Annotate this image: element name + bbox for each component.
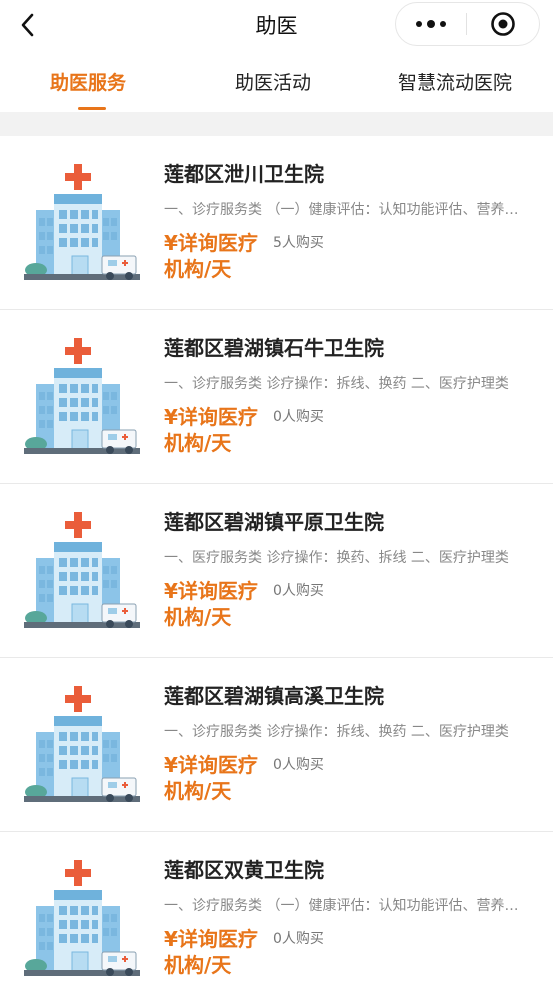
service-description: 一、诊疗服务类 （一）健康评估：认知功能评估、营养评估 [164, 202, 526, 218]
list-item[interactable]: 莲都区碧湖镇石牛卫生院 一、诊疗服务类 诊疗操作：拆线、换药 二、医疗护理类 ¥… [0, 310, 553, 484]
tab-smart-mobile-hospital[interactable]: 智慧流动医院 [398, 68, 512, 95]
nav-bar: 助医 [0, 0, 553, 50]
mini-program-capsule [395, 2, 540, 46]
active-tab-indicator [78, 107, 106, 110]
list-item[interactable]: 莲都区碧湖镇平原卫生院 一、医疗服务类 诊疗操作：换药、拆线 二、医疗护理类 ¥… [0, 484, 553, 658]
price-label: ¥详询医疗机构/天 [164, 753, 258, 803]
tab-bar: 助医服务 助医活动 智慧流动医院 [0, 54, 553, 112]
hospital-name: 莲都区双黄卫生院 [164, 858, 324, 882]
back-button[interactable] [10, 7, 46, 43]
hospital-name: 莲都区泄川卫生院 [164, 162, 324, 186]
purchase-count: 0人购买 [273, 757, 324, 773]
hospital-building-icon [24, 512, 140, 628]
purchase-count: 0人购买 [273, 931, 324, 947]
chevron-left-icon [21, 13, 34, 37]
hospital-list: 莲都区泄川卫生院 一、诊疗服务类 （一）健康评估：认知功能评估、营养评估 ¥详询… [0, 136, 553, 982]
hospital-building-icon [24, 338, 140, 454]
price-label: ¥详询医疗机构/天 [164, 927, 258, 977]
service-description: 一、诊疗服务类 诊疗操作：拆线、换药 二、医疗护理类 [164, 376, 509, 392]
purchase-count: 5人购买 [273, 235, 324, 251]
service-description: 一、诊疗服务类 （一）健康评估：认知功能评估、营养评估 [164, 898, 526, 914]
service-description: 一、医疗服务类 诊疗操作：换药、拆线 二、医疗护理类 [164, 550, 509, 566]
service-description: 一、诊疗服务类 诊疗操作：拆线、换药 二、医疗护理类 [164, 724, 509, 740]
price-label: ¥详询医疗机构/天 [164, 405, 258, 455]
hospital-name: 莲都区碧湖镇石牛卫生院 [164, 336, 384, 360]
price-label: ¥详询医疗机构/天 [164, 231, 258, 281]
price-label: ¥详询医疗机构/天 [164, 579, 258, 629]
close-miniprogram-button[interactable] [467, 3, 539, 45]
list-item[interactable]: 莲都区泄川卫生院 一、诊疗服务类 （一）健康评估：认知功能评估、营养评估 ¥详询… [0, 136, 553, 310]
more-dots-icon [416, 20, 446, 28]
list-item[interactable]: 莲都区双黄卫生院 一、诊疗服务类 （一）健康评估：认知功能评估、营养评估 ¥详询… [0, 832, 553, 982]
target-close-icon [491, 12, 515, 36]
hospital-name: 莲都区碧湖镇高溪卫生院 [164, 684, 384, 708]
hospital-building-icon [24, 686, 140, 802]
tab-medical-activities[interactable]: 助医活动 [235, 68, 311, 95]
purchase-count: 0人购买 [273, 409, 324, 425]
list-item[interactable]: 莲都区碧湖镇高溪卫生院 一、诊疗服务类 诊疗操作：拆线、换药 二、医疗护理类 ¥… [0, 658, 553, 832]
hospital-building-icon [24, 164, 140, 280]
tab-medical-services[interactable]: 助医服务 [50, 68, 126, 95]
hospital-name: 莲都区碧湖镇平原卫生院 [164, 510, 384, 534]
section-divider [0, 112, 553, 136]
more-button[interactable] [396, 3, 466, 45]
purchase-count: 0人购买 [273, 583, 324, 599]
hospital-building-icon [24, 860, 140, 976]
